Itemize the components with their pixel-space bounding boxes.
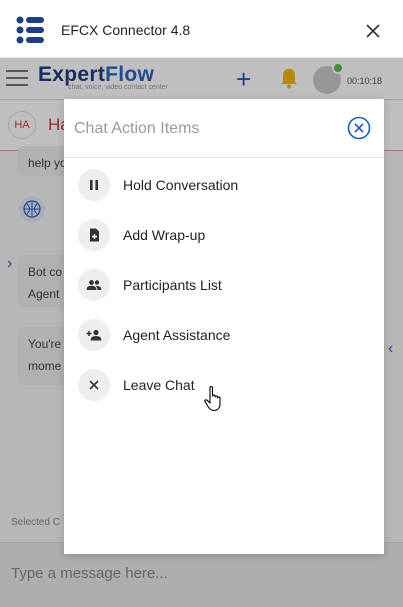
- chat-action-items-modal: Chat Action Items Hold Conversation Add …: [64, 99, 384, 554]
- add-wrapup-button[interactable]: Add Wrap-up: [78, 219, 368, 253]
- window-close-icon[interactable]: [362, 20, 384, 42]
- close-circle-icon[interactable]: [347, 116, 371, 140]
- hold-conversation-button[interactable]: Hold Conversation: [78, 169, 368, 203]
- action-label: Leave Chat: [123, 377, 195, 393]
- action-label: Participants List: [123, 277, 222, 293]
- action-label: Agent Assistance: [123, 327, 231, 343]
- participants-list-button[interactable]: Participants List: [78, 269, 368, 303]
- add-person-icon: [78, 319, 110, 351]
- wrapup-document-icon: [78, 219, 110, 251]
- agent-assistance-button[interactable]: Agent Assistance: [78, 319, 368, 353]
- modal-divider: [64, 157, 384, 158]
- hand-pointer-icon: [204, 385, 221, 412]
- pause-icon: [78, 169, 110, 201]
- participants-icon: [78, 269, 110, 301]
- action-label: Add Wrap-up: [123, 227, 206, 243]
- window-titlebar: EFCX Connector 4.8: [0, 0, 403, 58]
- window-title: EFCX Connector 4.8: [61, 22, 191, 38]
- action-label: Hold Conversation: [123, 177, 239, 193]
- modal-title: Chat Action Items: [74, 120, 200, 137]
- app-logo-icon: [16, 16, 44, 44]
- close-icon: [78, 369, 110, 401]
